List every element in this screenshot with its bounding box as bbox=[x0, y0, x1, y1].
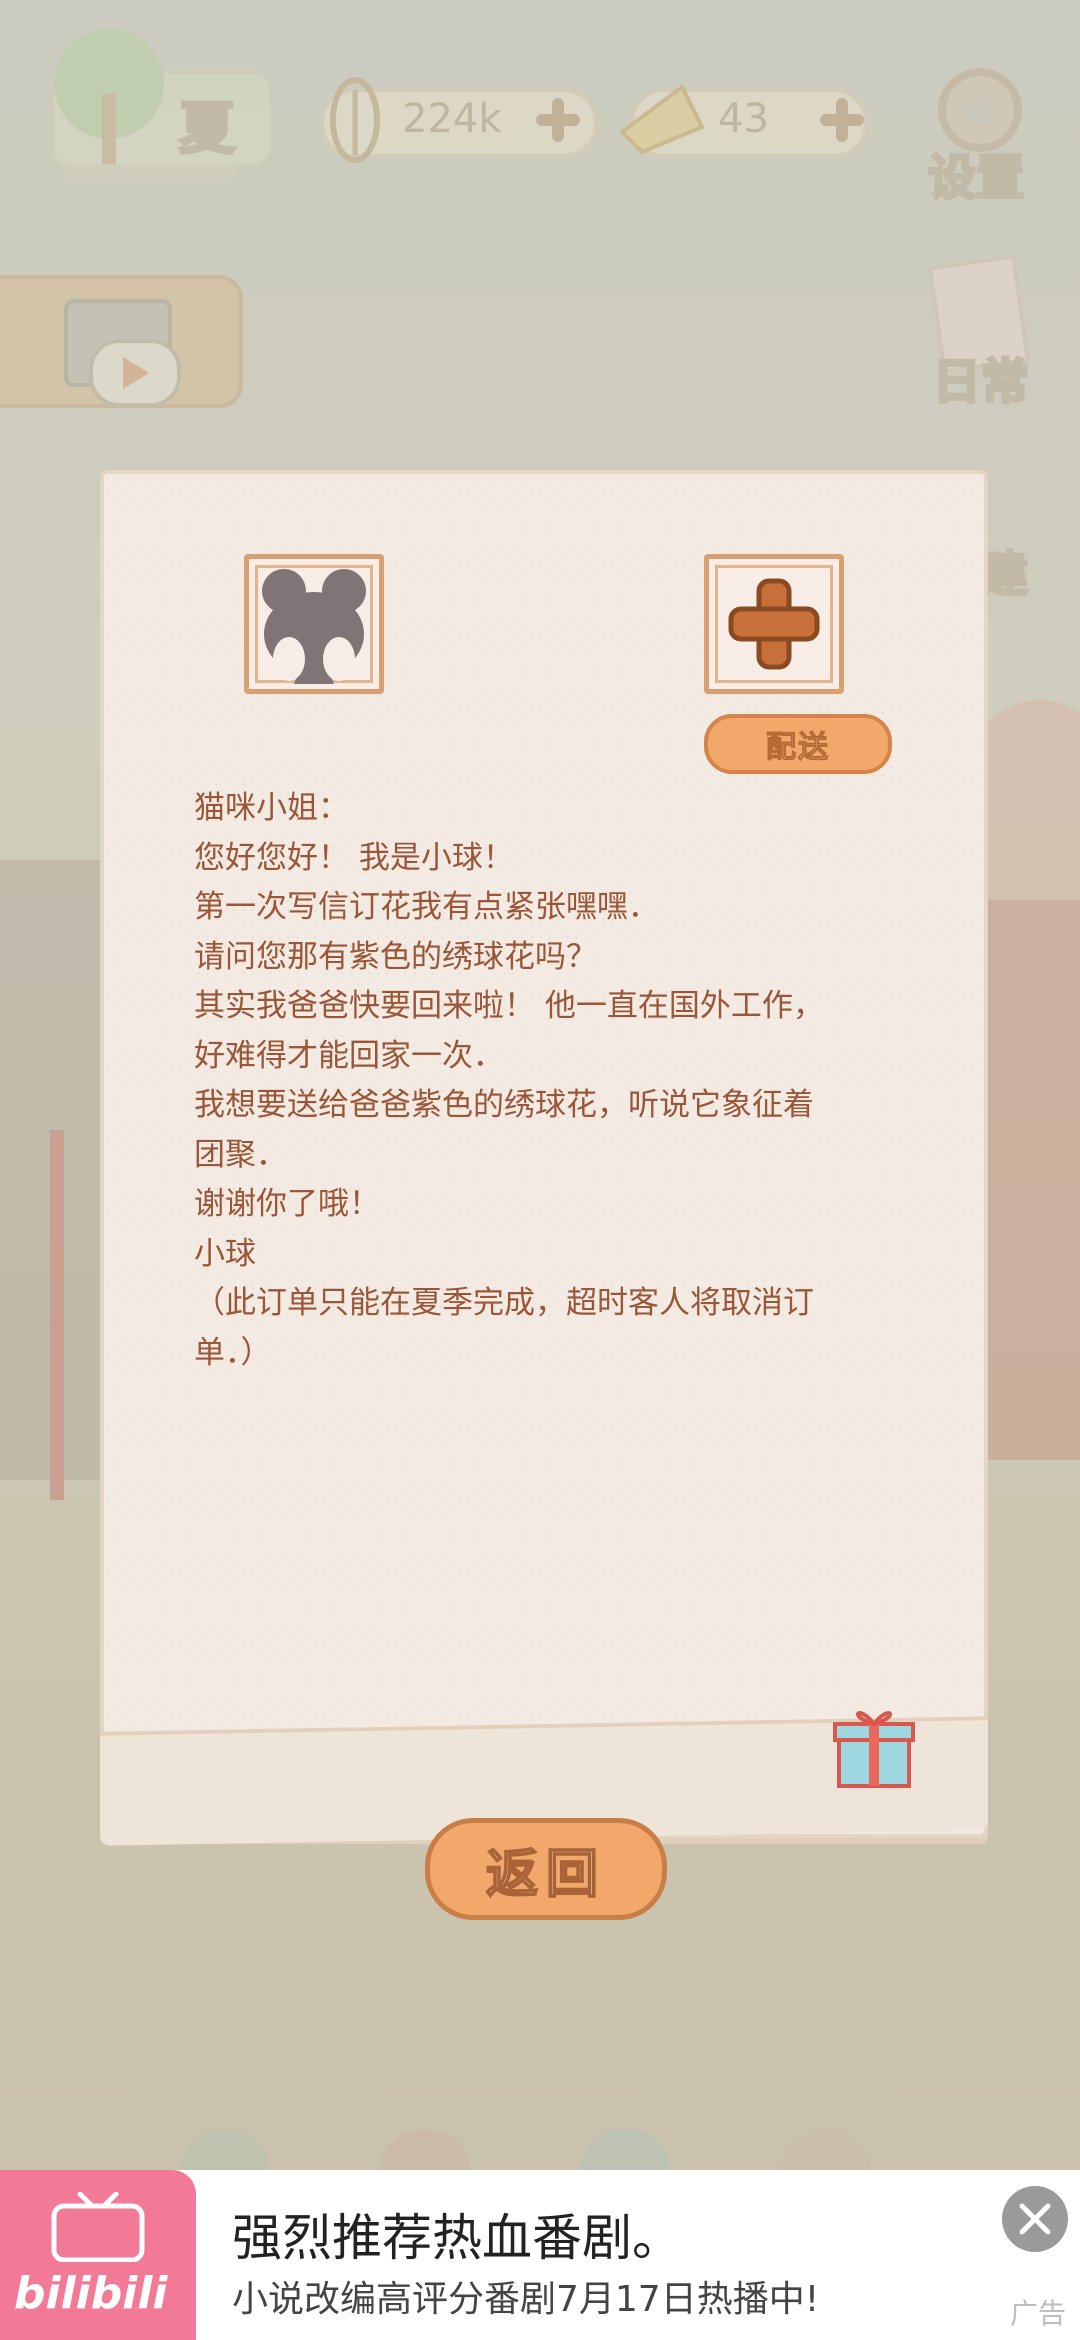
season-label: 夏 bbox=[178, 96, 237, 164]
ad-tag-label: 广告 bbox=[1010, 2297, 1067, 2330]
customer-silhouette-icon bbox=[262, 569, 366, 684]
settings-label: 设置 bbox=[926, 149, 1025, 208]
add-cheese-button[interactable] bbox=[816, 94, 868, 146]
cheese-value: 43 bbox=[718, 96, 769, 142]
deliver-button[interactable]: 配送 bbox=[704, 714, 892, 774]
ad-subtitle[interactable]: 小说改编高评分番剧7月17日热播中! bbox=[232, 2270, 819, 2322]
season-progress-bar bbox=[62, 166, 237, 178]
letter-line: 好难得才能回家一次． bbox=[194, 1037, 504, 1074]
tv-icon bbox=[51, 2192, 145, 2262]
fish-value: 224k bbox=[402, 96, 502, 142]
letter-line: 第一次写信订花我有点紧张嘿嘿． bbox=[194, 889, 659, 925]
letter-line: 猫咪小姐： bbox=[194, 790, 349, 826]
letter-body: 猫咪小姐： 您好您好！ 我是小球！ 第一次写信订花我有点紧张嘿嘿． 请问您那有紫… bbox=[194, 784, 914, 1378]
return-button[interactable]: 返回 bbox=[425, 1818, 667, 1920]
add-fish-button[interactable] bbox=[532, 94, 584, 146]
settings-button[interactable]: 设置 bbox=[920, 60, 1040, 208]
plus-icon bbox=[728, 578, 820, 670]
add-flower-slot[interactable] bbox=[704, 554, 844, 694]
letter-line: 其实我爸爸快要回来啦！ 他一直在国外工作， bbox=[194, 988, 824, 1024]
letter-line: 您好您好！ 我是小球！ bbox=[194, 839, 514, 876]
customer-avatar-frame bbox=[244, 554, 384, 694]
ad-title[interactable]: 强烈推荐热血番剧。 bbox=[232, 2198, 682, 2270]
bilibili-logo[interactable]: bilibili bbox=[0, 2170, 196, 2340]
play-icon[interactable] bbox=[89, 339, 181, 407]
letter-line: （此订单只能在夏季完成，超时客人将取消订 bbox=[194, 1285, 814, 1321]
fish-bone-icon bbox=[330, 77, 380, 163]
scenery-pole bbox=[50, 1130, 64, 1530]
close-icon bbox=[1019, 2203, 1051, 2235]
ad-banner[interactable]: bilibili 强烈推荐热血番剧。 小说改编高评分番剧7月17日热播中! bbox=[0, 2170, 1080, 2340]
letter-line: 单．） bbox=[194, 1334, 272, 1371]
letter-line: 谢谢你了哦！ bbox=[194, 1186, 380, 1222]
tree-icon bbox=[54, 29, 164, 164]
order-letter-panel: 配送 猫咪小姐： 您好您好！ 我是小球！ 第一次写信订花我有点紧张嘿嘿． 请问您… bbox=[100, 470, 988, 1846]
ad-close-button[interactable] bbox=[1002, 2186, 1068, 2252]
letter-line: 我想要送给爸爸紫色的绣球花，听说它象征着 bbox=[194, 1087, 814, 1123]
cheese-icon bbox=[618, 83, 705, 155]
daily-button[interactable]: 日常 bbox=[915, 254, 1045, 412]
letter-line: 请问您那有紫色的绣球花吗？ bbox=[194, 938, 597, 975]
daily-label: 日常 bbox=[931, 353, 1030, 412]
bilibili-logo-text: bilibili bbox=[14, 2268, 168, 2319]
gift-icon[interactable] bbox=[829, 1704, 919, 1794]
bottom-menu-icons bbox=[180, 2130, 880, 2170]
season-badge[interactable]: 夏 bbox=[50, 29, 273, 168]
letter-line: 团聚． bbox=[194, 1136, 287, 1173]
scenery-pagoda-right bbox=[980, 900, 1080, 1460]
video-reward-button[interactable] bbox=[0, 275, 243, 408]
letter-line: 小球 bbox=[194, 1235, 256, 1272]
